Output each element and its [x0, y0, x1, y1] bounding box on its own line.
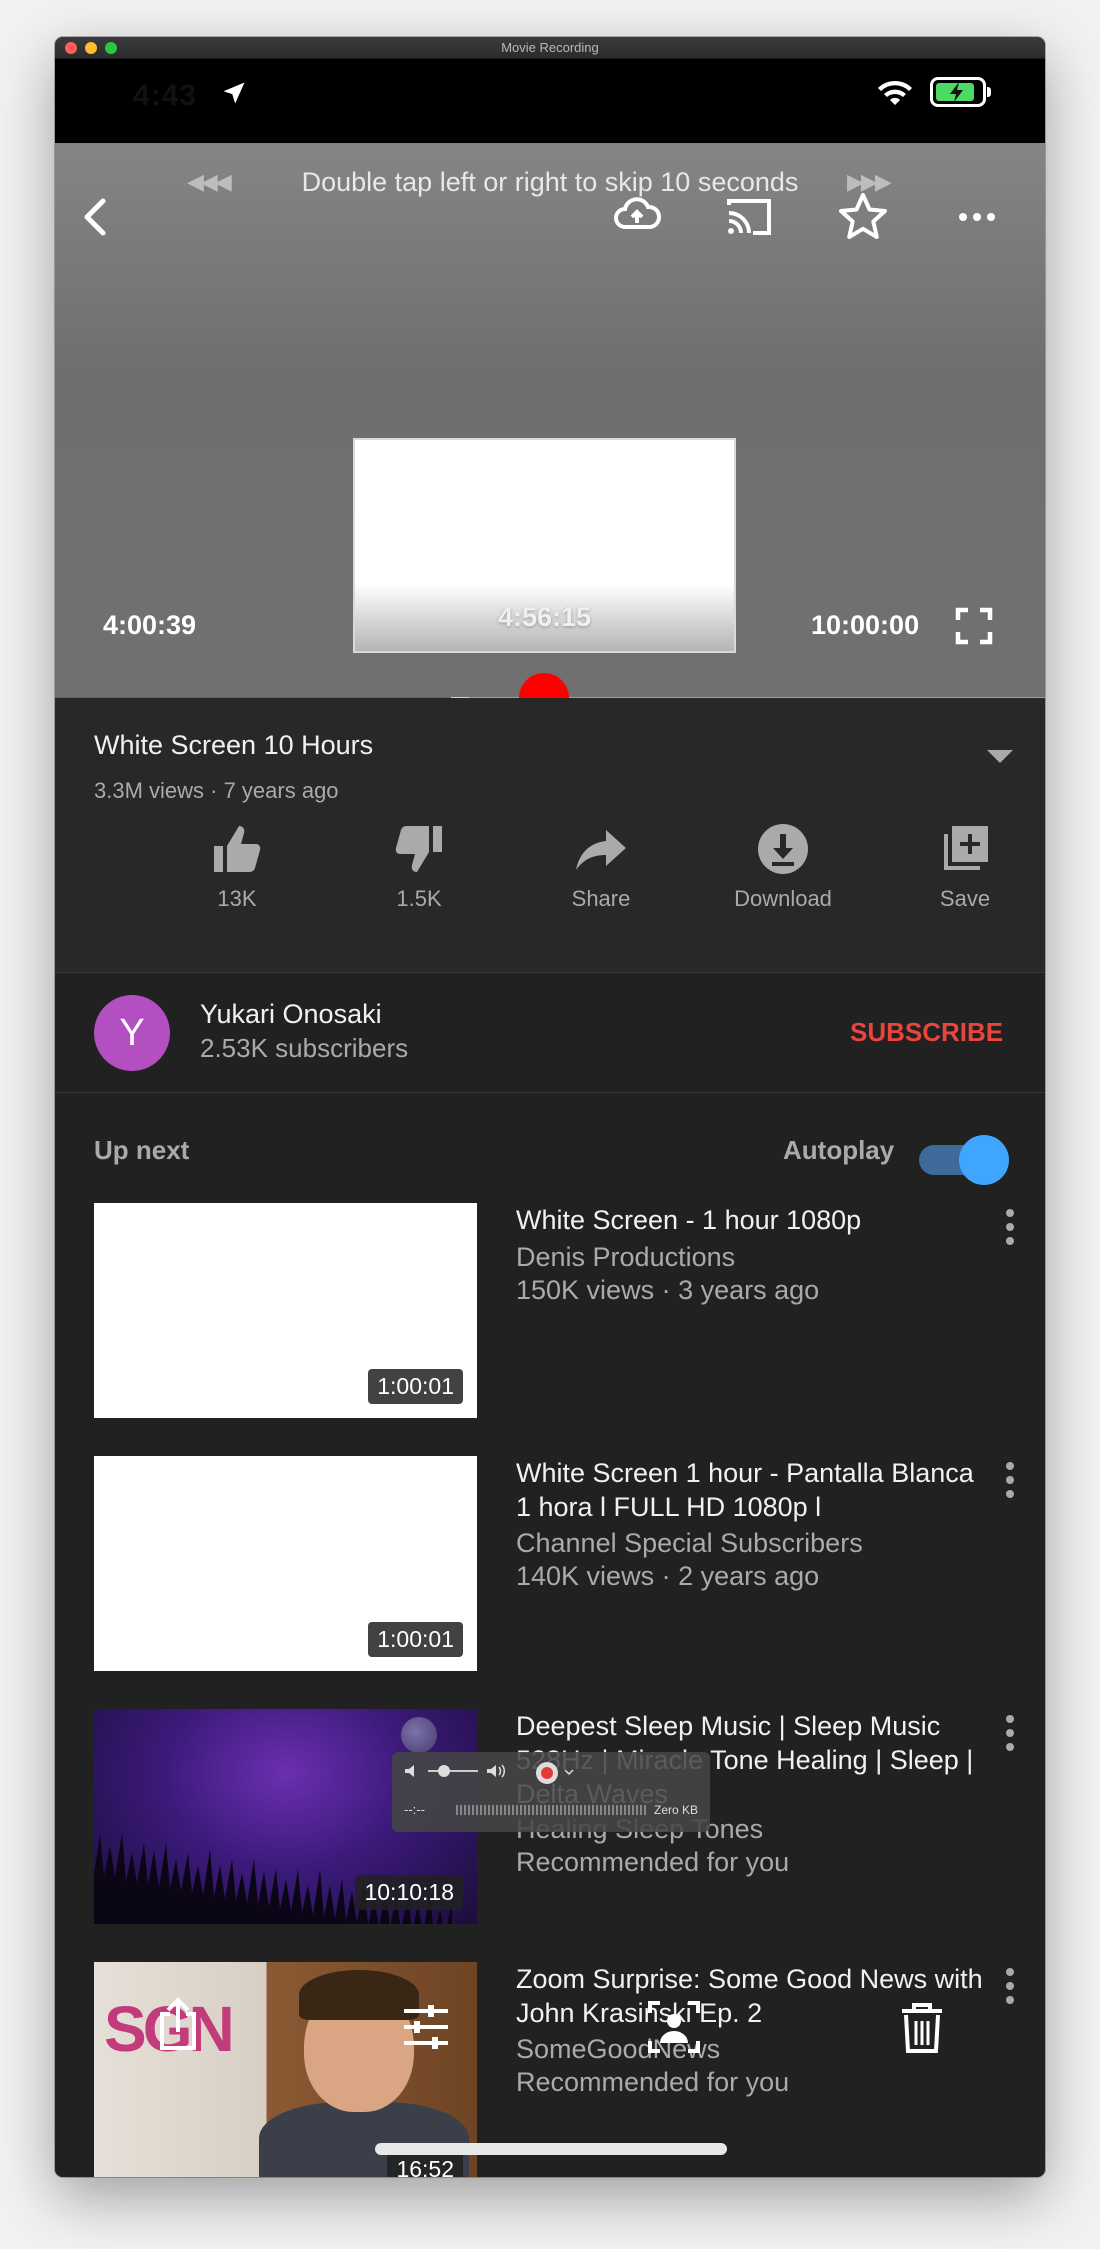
mac-window: Movie Recording 4:43 ◀◀◀ Double tap left…: [55, 37, 1045, 2177]
window-title: Movie Recording: [501, 40, 599, 55]
status-bar: 4:43: [55, 59, 1045, 143]
more-vertical-icon[interactable]: [1000, 1205, 1020, 1249]
volume-slider[interactable]: [428, 1765, 478, 1777]
traffic-lights: [65, 42, 117, 54]
video-info: White Screen 10 Hours 3.3M views · 7 yea…: [55, 698, 1045, 973]
subscribe-button[interactable]: SUBSCRIBE: [850, 1017, 1003, 1048]
video-item-channel: Denis Productions: [516, 1242, 736, 1272]
video-item-channel: Channel Special Subscribers: [516, 1528, 863, 1558]
channel-subscriber-count: 2.53K subscribers: [200, 1033, 409, 1063]
wifi-icon: [878, 80, 912, 105]
video-item-meta: Recommended for you: [516, 1847, 790, 1877]
channel-row[interactable]: Y Yukari Onosaki 2.53K subscribers SUBSC…: [55, 973, 1045, 1093]
phone-screen: 4:43 ◀◀◀ Double tap left or right to ski…: [55, 59, 1045, 2177]
total-duration: 10:00:00: [811, 610, 920, 640]
moon-graphic: [401, 1717, 437, 1753]
record-button[interactable]: [536, 1762, 558, 1784]
download-icon: [758, 824, 808, 874]
save-button[interactable]: Save: [895, 820, 1035, 912]
share-button[interactable]: Share: [531, 820, 671, 912]
up-next-section: Up next Autoplay 1:00:01 White Screen - …: [55, 1093, 1045, 2177]
cloud-upload-icon[interactable]: [607, 187, 667, 247]
audio-level-meter: [456, 1805, 646, 1815]
recording-size: Zero KB: [654, 1803, 699, 1817]
scrub-preview-thumbnail: 4:56:15: [353, 438, 736, 653]
autoplay-label: Autoplay: [783, 1135, 895, 1165]
preview-time: 4:56:15: [497, 602, 592, 632]
location-arrow-icon: [223, 82, 245, 104]
thumbnail-duration: 1:00:01: [368, 1369, 463, 1404]
more-vertical-icon[interactable]: [1000, 1964, 1020, 2008]
volume-high-icon: [487, 1764, 506, 1778]
star-icon[interactable]: [833, 187, 893, 247]
battery-icon: [930, 77, 991, 107]
share-arrow-icon: [576, 830, 626, 870]
video-thumbnail[interactable]: 1:00:01: [94, 1203, 477, 1418]
close-window-button[interactable]: [65, 42, 77, 54]
dislike-count: 1.5K: [396, 886, 442, 911]
home-indicator[interactable]: [375, 2143, 727, 2155]
up-next-label: Up next: [94, 1135, 190, 1165]
recording-control-widget[interactable]: --:-- Zero KB: [392, 1752, 710, 1832]
video-item-meta: Recommended for you: [516, 2067, 790, 2097]
video-meta: 3.3M views · 7 years ago: [94, 778, 339, 803]
more-vertical-icon[interactable]: [1000, 1458, 1020, 1502]
minimize-window-button[interactable]: [85, 42, 97, 54]
video-item-title[interactable]: White Screen 1 hour - Pantalla Blanca 1 …: [516, 1456, 986, 1524]
channel-name[interactable]: Yukari Onosaki: [200, 999, 382, 1030]
list-item[interactable]: 1:00:01 White Screen - 1 hour 1080p Deni…: [55, 1203, 1045, 1433]
video-item-title[interactable]: White Screen - 1 hour 1080p: [516, 1203, 986, 1237]
expand-description-icon[interactable]: [987, 748, 1013, 764]
recording-time: --:--: [404, 1802, 425, 1817]
zoom-window-button[interactable]: [105, 42, 117, 54]
list-item[interactable]: 1:00:01 White Screen 1 hour - Pantalla B…: [55, 1456, 1045, 1686]
download-button[interactable]: Download: [713, 820, 853, 912]
status-time: 4:43: [133, 79, 198, 112]
current-time: 4:00:39: [103, 610, 197, 640]
more-vertical-icon[interactable]: [1000, 1711, 1020, 1755]
dislike-button[interactable]: 1.5K: [349, 820, 489, 912]
adjust-sliders-icon[interactable]: [398, 1999, 454, 2055]
video-item-meta: 150K views · 3 years ago: [516, 1275, 820, 1305]
fullscreen-icon[interactable]: [955, 607, 993, 645]
video-player[interactable]: ◀◀◀ Double tap left or right to skip 10 …: [55, 143, 1045, 723]
video-thumbnail[interactable]: 1:00:01: [94, 1456, 477, 1671]
share-upload-icon[interactable]: [150, 1996, 206, 2052]
share-label: Share: [571, 886, 631, 911]
like-button[interactable]: 13K: [167, 820, 307, 912]
skip-hint-text: Double tap left or right to skip 10 seco…: [301, 167, 799, 197]
trash-icon[interactable]: [894, 1999, 950, 2055]
add-to-playlist-icon: [944, 826, 988, 870]
cast-icon[interactable]: [719, 187, 779, 247]
video-title: White Screen 10 Hours: [94, 730, 374, 760]
thumbnail-duration: 1:00:01: [368, 1622, 463, 1657]
select-person-icon[interactable]: [646, 1999, 702, 2055]
chevron-down-icon[interactable]: [564, 1768, 574, 1776]
like-count: 13K: [217, 886, 257, 911]
thumbs-up-icon: [214, 826, 261, 872]
thumbnail-duration: 16:52: [387, 2152, 463, 2177]
more-horizontal-icon[interactable]: [947, 187, 1007, 247]
thumbnail-duration: 10:10:18: [355, 1875, 463, 1910]
video-item-meta: 140K views · 2 years ago: [516, 1561, 820, 1591]
thumbs-down-icon: [395, 826, 442, 872]
autoplay-toggle-knob[interactable]: [959, 1135, 1009, 1185]
save-label: Save: [939, 886, 991, 911]
back-chevron-icon[interactable]: [67, 187, 127, 247]
channel-avatar[interactable]: Y: [94, 995, 170, 1071]
window-titlebar: Movie Recording: [55, 37, 1045, 59]
download-label: Download: [734, 886, 832, 911]
volume-low-icon: [405, 1765, 414, 1777]
